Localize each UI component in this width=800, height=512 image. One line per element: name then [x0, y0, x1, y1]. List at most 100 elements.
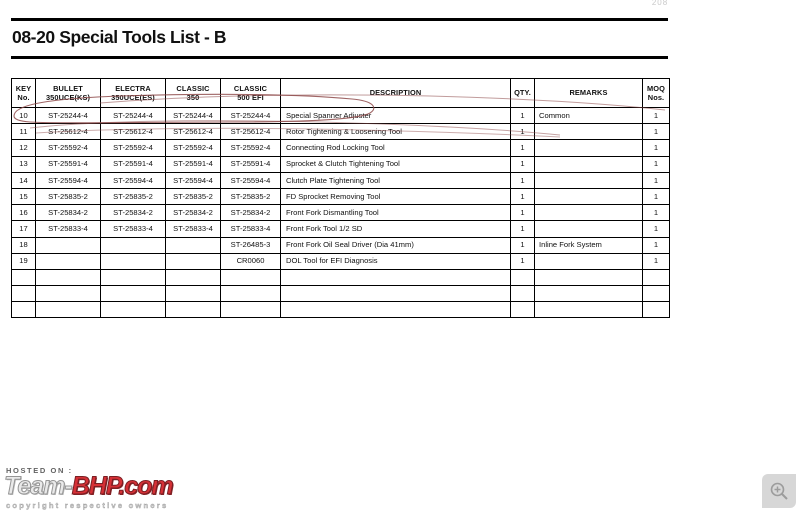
- cell-qty: 1: [510, 155, 535, 173]
- cell-electra: ST-25833-4: [100, 220, 166, 238]
- cell-classic500: ST-25835-2: [220, 187, 281, 206]
- cell-classic350: ST-25594-4: [165, 171, 221, 189]
- watermark-brand-team: Team-: [4, 472, 74, 500]
- cell-key: 16: [11, 204, 36, 222]
- column-header-key: KEY No.: [11, 78, 36, 108]
- cell-remarks: [534, 155, 643, 173]
- cell-qty: [510, 268, 535, 287]
- cell-classic350: [165, 236, 221, 254]
- header-rule-top: [11, 18, 668, 21]
- cell-remarks: [534, 187, 643, 206]
- cell-key: 14: [11, 171, 36, 189]
- cell-bullet: ST-25833-4: [35, 220, 101, 238]
- cell-key: 13: [11, 155, 36, 173]
- zoom-in-button[interactable]: [762, 474, 796, 508]
- cell-remarks: Common: [534, 106, 643, 125]
- scanned-page: 208 08-20 Special Tools List - B KEY No.…: [0, 0, 800, 512]
- table-row: 19 CR0060 DOL Tool for EFI Diagnosis 1 1: [11, 252, 670, 270]
- cell-description: Special Spanner Adjuster: [280, 106, 511, 125]
- cell-remarks: [534, 204, 643, 222]
- column-header-classic500-line1: CLASSIC: [233, 83, 268, 93]
- cell-description: [280, 268, 511, 287]
- cell-classic500: CR0060: [220, 252, 281, 270]
- cell-classic350: [165, 268, 221, 287]
- cell-key: [11, 301, 36, 319]
- cell-key: [11, 285, 36, 303]
- column-header-classic500-line2: 500 EFI: [237, 93, 264, 102]
- cell-key: 10: [11, 106, 36, 125]
- cell-electra: [100, 301, 166, 319]
- column-header-electra: ELECTRA 350UCE(ES): [100, 78, 166, 108]
- cell-qty: 1: [510, 123, 535, 141]
- cell-classic350: ST-25244-4: [165, 106, 221, 125]
- cell-electra: ST-25835-2: [100, 187, 166, 206]
- cell-description: Front Fork Tool 1/2 SD: [280, 220, 511, 238]
- cell-description: [280, 301, 511, 319]
- cell-classic500: [220, 285, 281, 303]
- cell-classic350: ST-25592-4: [165, 139, 221, 157]
- cell-electra: ST-25834-2: [100, 204, 166, 222]
- cell-electra: [100, 252, 166, 270]
- cell-classic350: ST-25834-2: [165, 204, 221, 222]
- cell-remarks: Inline Fork System: [534, 236, 643, 254]
- cell-key: 11: [11, 123, 36, 141]
- cell-electra: ST-25612-4: [100, 123, 166, 141]
- cell-electra: ST-25591-4: [100, 155, 166, 173]
- cell-qty: [510, 285, 535, 303]
- table-row: 15 ST-25835-2 ST-25835-2 ST-25835-2 ST-25835…: [11, 187, 670, 206]
- cell-qty: 1: [510, 220, 535, 238]
- cell-remarks: [534, 252, 643, 270]
- column-header-qty-line1: QTY.: [514, 88, 531, 98]
- cell-moq: 1: [642, 187, 670, 206]
- cell-description: Connecting Rod Locking Tool: [280, 139, 511, 157]
- header-rule-bottom: [11, 56, 668, 59]
- cell-bullet: [35, 285, 101, 303]
- table-row: 13 ST-25591-4 ST-25591-4 ST-25591-4 ST-25591…: [11, 155, 670, 173]
- column-header-classic500: CLASSIC 500 EFI: [220, 78, 281, 108]
- table-body: 10 ST-25244-4 ST-25244-4 ST-25244-4 ST-25244…: [11, 106, 670, 319]
- cell-electra: ST-25244-4: [100, 106, 166, 125]
- cell-bullet: ST-25592-4: [35, 139, 101, 157]
- column-header-description: DESCRIPTION: [280, 78, 511, 108]
- cell-remarks: [534, 285, 643, 303]
- cell-moq: 1: [642, 155, 670, 173]
- cell-electra: ST-25592-4: [100, 139, 166, 157]
- column-header-moq-line2: Nos.: [647, 93, 665, 102]
- cell-description: [280, 285, 511, 303]
- cell-qty: 1: [510, 187, 535, 206]
- page-title: 08-20 Special Tools List - B: [12, 27, 227, 47]
- cell-bullet: ST-25835-2: [35, 187, 101, 206]
- cell-electra: [100, 285, 166, 303]
- column-header-electra-line2: 350UCE(ES): [111, 93, 155, 102]
- table-row: 16 ST-25834-2 ST-25834-2 ST-25834-2 ST-25834…: [11, 204, 670, 222]
- cell-classic350: [165, 301, 221, 319]
- watermark-brand-bhp: BHP.com: [71, 472, 174, 500]
- cell-moq: [642, 301, 670, 319]
- column-header-bullet-line2: 350UCE(KS): [45, 93, 91, 102]
- cell-bullet: [35, 301, 101, 319]
- cell-moq: 1: [642, 139, 670, 157]
- cell-description: FD Sprocket Removing Tool: [280, 187, 511, 206]
- cell-classic500: ST-25244-4: [220, 106, 281, 125]
- cell-electra: ST-25594-4: [100, 171, 166, 189]
- cell-classic500: ST-26485-3: [220, 236, 281, 254]
- cell-remarks: [534, 301, 643, 319]
- cell-moq: [642, 268, 670, 287]
- zoom-in-icon: [770, 482, 788, 500]
- column-header-remarks-line1: REMARKS: [569, 88, 608, 98]
- cell-moq: 1: [642, 220, 670, 238]
- site-watermark: HOSTED ON : Team-BHP.com copyright respe…: [2, 464, 220, 512]
- cell-key: 12: [11, 139, 36, 157]
- cell-bullet: ST-25244-4: [35, 106, 101, 125]
- cell-classic350: ST-25612-4: [165, 123, 221, 141]
- cell-key: 17: [11, 220, 36, 238]
- cell-remarks: [534, 123, 643, 141]
- cell-bullet: [35, 252, 101, 270]
- column-header-electra-line1: ELECTRA: [115, 83, 151, 93]
- cell-bullet: [35, 268, 101, 287]
- table-row: [11, 268, 670, 287]
- cell-bullet: ST-25612-4: [35, 123, 101, 141]
- cell-electra: [100, 268, 166, 287]
- cell-bullet: ST-25594-4: [35, 171, 101, 189]
- cell-description: Front Fork Dismantling Tool: [280, 204, 511, 222]
